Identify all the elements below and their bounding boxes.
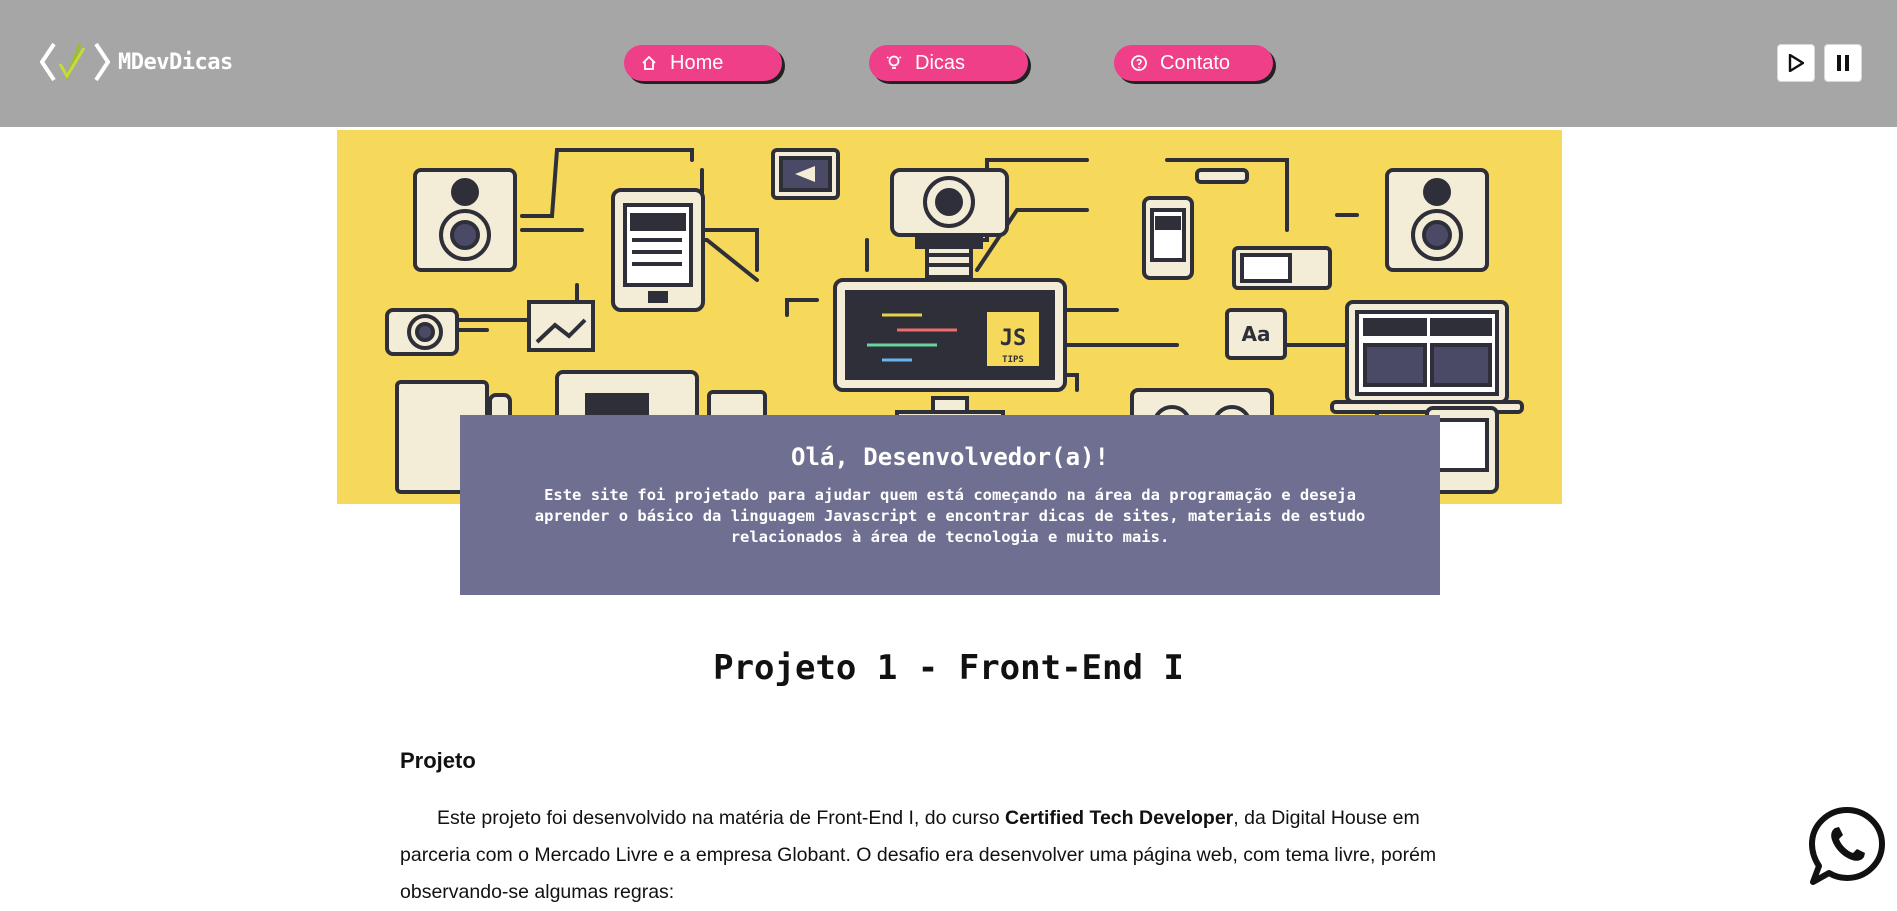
paragraph-bold: Certified Tech Developer [1004, 807, 1234, 829]
paragraph-text-start: Este projeto foi desenvolvido na matéria… [437, 807, 1005, 829]
help-circle-icon [1130, 54, 1148, 72]
nav-home-label: Home [670, 51, 724, 74]
nav-dicas-label: Dicas [915, 51, 966, 74]
nav-contato-label: Contato [1160, 51, 1231, 74]
intro-card: Olá, Desenvolvedor(a)! Este site foi pro… [460, 415, 1440, 595]
nav-home-button[interactable]: Home [624, 45, 782, 81]
page-title: Projeto 1 - Front-End I [713, 648, 1184, 688]
js-badge-sub: TIPS [1002, 355, 1024, 365]
js-badge-text: JS [1000, 326, 1027, 351]
pause-icon [1837, 55, 1849, 71]
play-icon [1788, 54, 1804, 72]
section-title: Projeto [400, 748, 476, 773]
project-paragraph: Este projeto foi desenvolvido na matéria… [400, 800, 1480, 911]
aa-text: Aa [1242, 322, 1271, 346]
intro-text: Este site foi projetado para ajudar quem… [534, 486, 1366, 546]
home-icon [640, 54, 658, 72]
logo[interactable]: MDevDicas [40, 40, 233, 84]
lightbulb-icon [885, 54, 903, 72]
whatsapp-icon [1809, 807, 1885, 885]
nav-contato-button[interactable]: Contato [1114, 45, 1273, 81]
logo-text: MDevDicas [118, 49, 233, 75]
play-button[interactable] [1777, 44, 1815, 82]
speaker-left [413, 168, 517, 272]
whatsapp-button[interactable] [1808, 806, 1886, 886]
pause-button[interactable] [1824, 44, 1862, 82]
intro-title: Olá, Desenvolvedor(a)! [791, 443, 1109, 471]
nav-dicas-button[interactable]: Dicas [869, 45, 1028, 81]
code-logo-icon [40, 42, 110, 82]
top-header: MDevDicas Home Dicas Contato [0, 0, 1897, 127]
